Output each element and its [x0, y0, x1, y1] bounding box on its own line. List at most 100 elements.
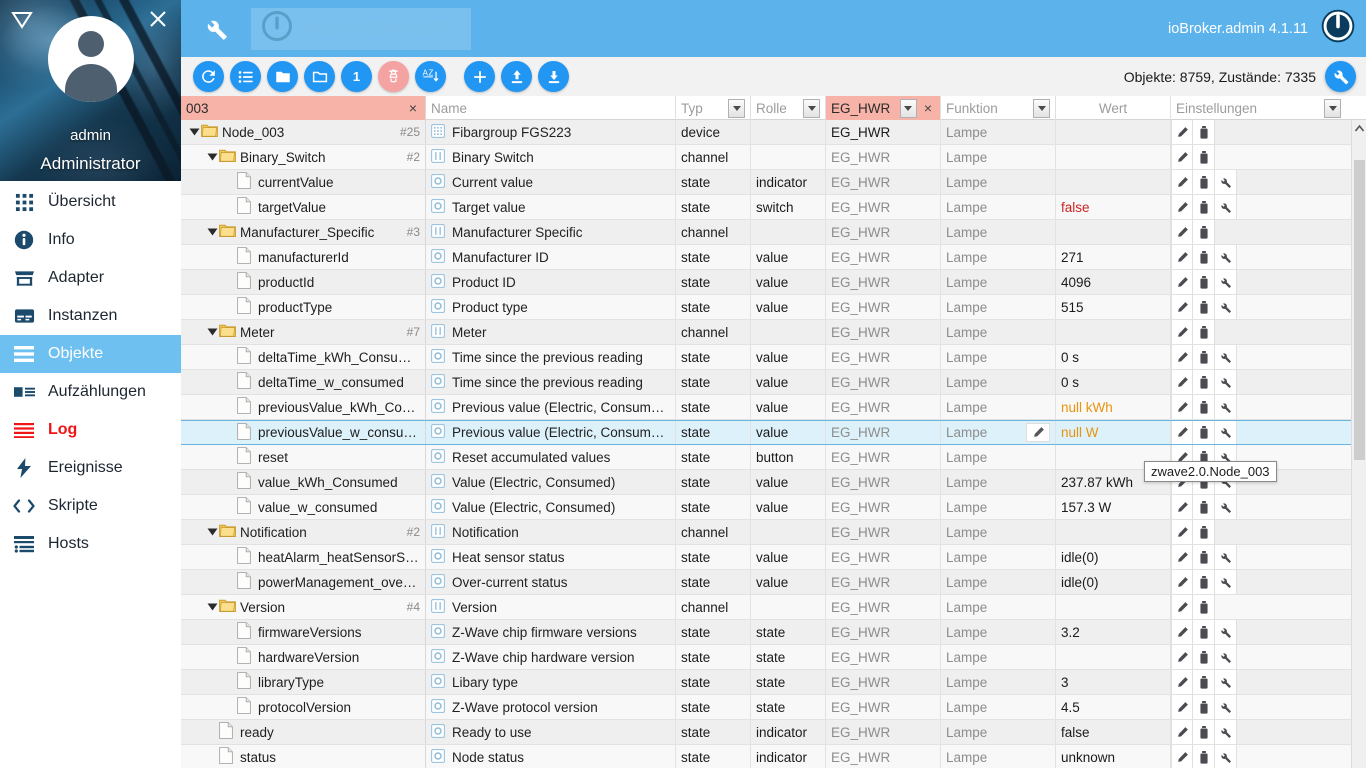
edit-button[interactable] [1171, 421, 1193, 444]
filter-rolle[interactable]: Rolle [751, 96, 826, 120]
wrench-icon[interactable] [193, 7, 239, 51]
settings-button[interactable] [1215, 745, 1237, 768]
sidebar-item-adapter[interactable]: Adapter [0, 259, 181, 297]
delete-button[interactable] [1193, 595, 1215, 619]
settings-button[interactable] [1325, 61, 1356, 92]
settings-button[interactable] [1215, 645, 1237, 669]
delete-button[interactable] [1193, 295, 1215, 319]
table-row[interactable]: firmwareVersions Z-Wave chip firmware ver… [181, 620, 1366, 645]
table-row[interactable]: Node_003 #25 Fibargroup FGS223 device EG_HWR… [181, 120, 1366, 145]
chevron-down-icon[interactable] [1324, 98, 1341, 118]
delete-button[interactable] [1193, 495, 1215, 519]
edit-button[interactable] [1171, 120, 1193, 144]
refresh-button[interactable] [193, 61, 224, 92]
edit-button[interactable] [1171, 720, 1193, 744]
sidebar-item-log[interactable]: Log [0, 411, 181, 449]
add-object-button[interactable] [464, 61, 495, 92]
collapse-all-button[interactable] [267, 61, 298, 92]
table-row[interactable]: productId Product ID state value EG_HWR Lampe… [181, 270, 1366, 295]
inline-edit-button[interactable] [1026, 423, 1050, 442]
table-row[interactable]: deltaTime_w_consumed Time since the previ… [181, 370, 1366, 395]
delete-button[interactable] [1193, 345, 1215, 369]
scrollbar-thumb[interactable] [1354, 160, 1365, 460]
table-row[interactable]: previousValue_kWh_Consumed Previous value… [181, 395, 1366, 420]
delete-button[interactable] [1193, 620, 1215, 644]
depth-level-button[interactable]: 1 [341, 61, 372, 92]
edit-button[interactable] [1171, 220, 1193, 244]
collapse-triangle-icon[interactable] [11, 10, 33, 30]
delete-button[interactable] [1193, 670, 1215, 694]
edit-button[interactable] [1171, 395, 1193, 419]
edit-button[interactable] [1171, 670, 1193, 694]
table-row[interactable]: ready Ready to use state indicator EG_HWR Lam… [181, 720, 1366, 745]
settings-button[interactable] [1215, 345, 1237, 369]
settings-button[interactable] [1215, 270, 1237, 294]
expand-collapse-icon[interactable] [205, 152, 219, 162]
table-row[interactable]: value_w_consumed Value (Electric, Consume… [181, 495, 1366, 520]
sidebar-item-objekte[interactable]: Objekte [0, 335, 181, 373]
delete-button[interactable] [1193, 545, 1215, 569]
delete-button[interactable] [1193, 195, 1215, 219]
settings-button[interactable] [1215, 720, 1237, 744]
sidebar-item-info[interactable]: Info [0, 221, 181, 259]
edit-button[interactable] [1171, 695, 1193, 719]
edit-button[interactable] [1171, 545, 1193, 569]
edit-button[interactable] [1171, 620, 1193, 644]
chevron-down-icon[interactable] [728, 98, 745, 118]
sidebar-item-instanzen[interactable]: Instanzen [0, 297, 181, 335]
edit-button[interactable] [1171, 645, 1193, 669]
edit-button[interactable] [1171, 320, 1193, 344]
edit-button[interactable] [1171, 195, 1193, 219]
close-icon[interactable] [147, 8, 169, 30]
sidebar-item-hosts[interactable]: Hosts [0, 525, 181, 563]
expand-collapse-icon[interactable] [187, 127, 201, 137]
sidebar-item-skripte[interactable]: Skripte [0, 487, 181, 525]
expand-collapse-icon[interactable] [205, 327, 219, 337]
delete-button[interactable] [1193, 745, 1215, 768]
edit-button[interactable] [1171, 295, 1193, 319]
settings-button[interactable] [1215, 545, 1237, 569]
settings-button[interactable] [1215, 695, 1237, 719]
delete-button[interactable] [1193, 245, 1215, 269]
delete-button[interactable] [1193, 145, 1215, 169]
settings-button[interactable] [1215, 170, 1237, 194]
edit-button[interactable] [1171, 595, 1193, 619]
filter-name[interactable]: Name [426, 96, 676, 120]
table-row[interactable]: currentValue Current value state indicator E… [181, 170, 1366, 195]
settings-button[interactable] [1215, 421, 1237, 444]
delete-button[interactable] [1193, 220, 1215, 244]
delete-button[interactable] [1193, 270, 1215, 294]
settings-button[interactable] [1215, 620, 1237, 644]
settings-button[interactable] [1215, 295, 1237, 319]
settings-button[interactable] [1215, 495, 1237, 519]
edit-button[interactable] [1171, 245, 1193, 269]
table-row[interactable]: heatAlarm_heatSensorStatus Heat sensor st… [181, 545, 1366, 570]
edit-button[interactable] [1171, 170, 1193, 194]
edit-button[interactable] [1171, 345, 1193, 369]
avatar[interactable] [47, 16, 134, 102]
edit-button[interactable] [1171, 745, 1193, 768]
sidebar-item--bersicht[interactable]: Übersicht [0, 183, 181, 221]
delete-button[interactable] [1193, 421, 1215, 444]
delete-button[interactable] [1193, 645, 1215, 669]
table-row[interactable]: targetValue Target value state switch EG_HWR… [181, 195, 1366, 220]
table-row[interactable]: protocolVersion Z-Wave protocol version st… [181, 695, 1366, 720]
delete-button[interactable] [1193, 120, 1215, 144]
table-row[interactable]: Binary_Switch #2 Binary Switch channel EG_HW… [181, 145, 1366, 170]
filter-wert[interactable]: Wert [1056, 96, 1171, 120]
table-row[interactable]: productType Product type state value EG_HWR L… [181, 295, 1366, 320]
expand-collapse-icon[interactable] [205, 602, 219, 612]
table-row[interactable]: deltaTime_kWh_Consumed Time since the pre… [181, 345, 1366, 370]
export-button[interactable] [538, 61, 569, 92]
settings-button[interactable] [1215, 195, 1237, 219]
settings-button[interactable] [1215, 395, 1237, 419]
table-row[interactable]: libraryType Libary type state state EG_HWR La… [181, 670, 1366, 695]
delete-button[interactable] [1193, 570, 1215, 594]
table-row[interactable]: powerManagement_over-current Over-current… [181, 570, 1366, 595]
delete-button[interactable] [1193, 695, 1215, 719]
filter-typ[interactable]: Typ [676, 96, 751, 120]
delete-button[interactable] [1193, 395, 1215, 419]
sidebar-item-aufz-hlungen[interactable]: Aufzählungen [0, 373, 181, 411]
edit-button[interactable] [1171, 145, 1193, 169]
table-row[interactable]: previousValue_w_consumed Previous value (… [181, 420, 1366, 445]
